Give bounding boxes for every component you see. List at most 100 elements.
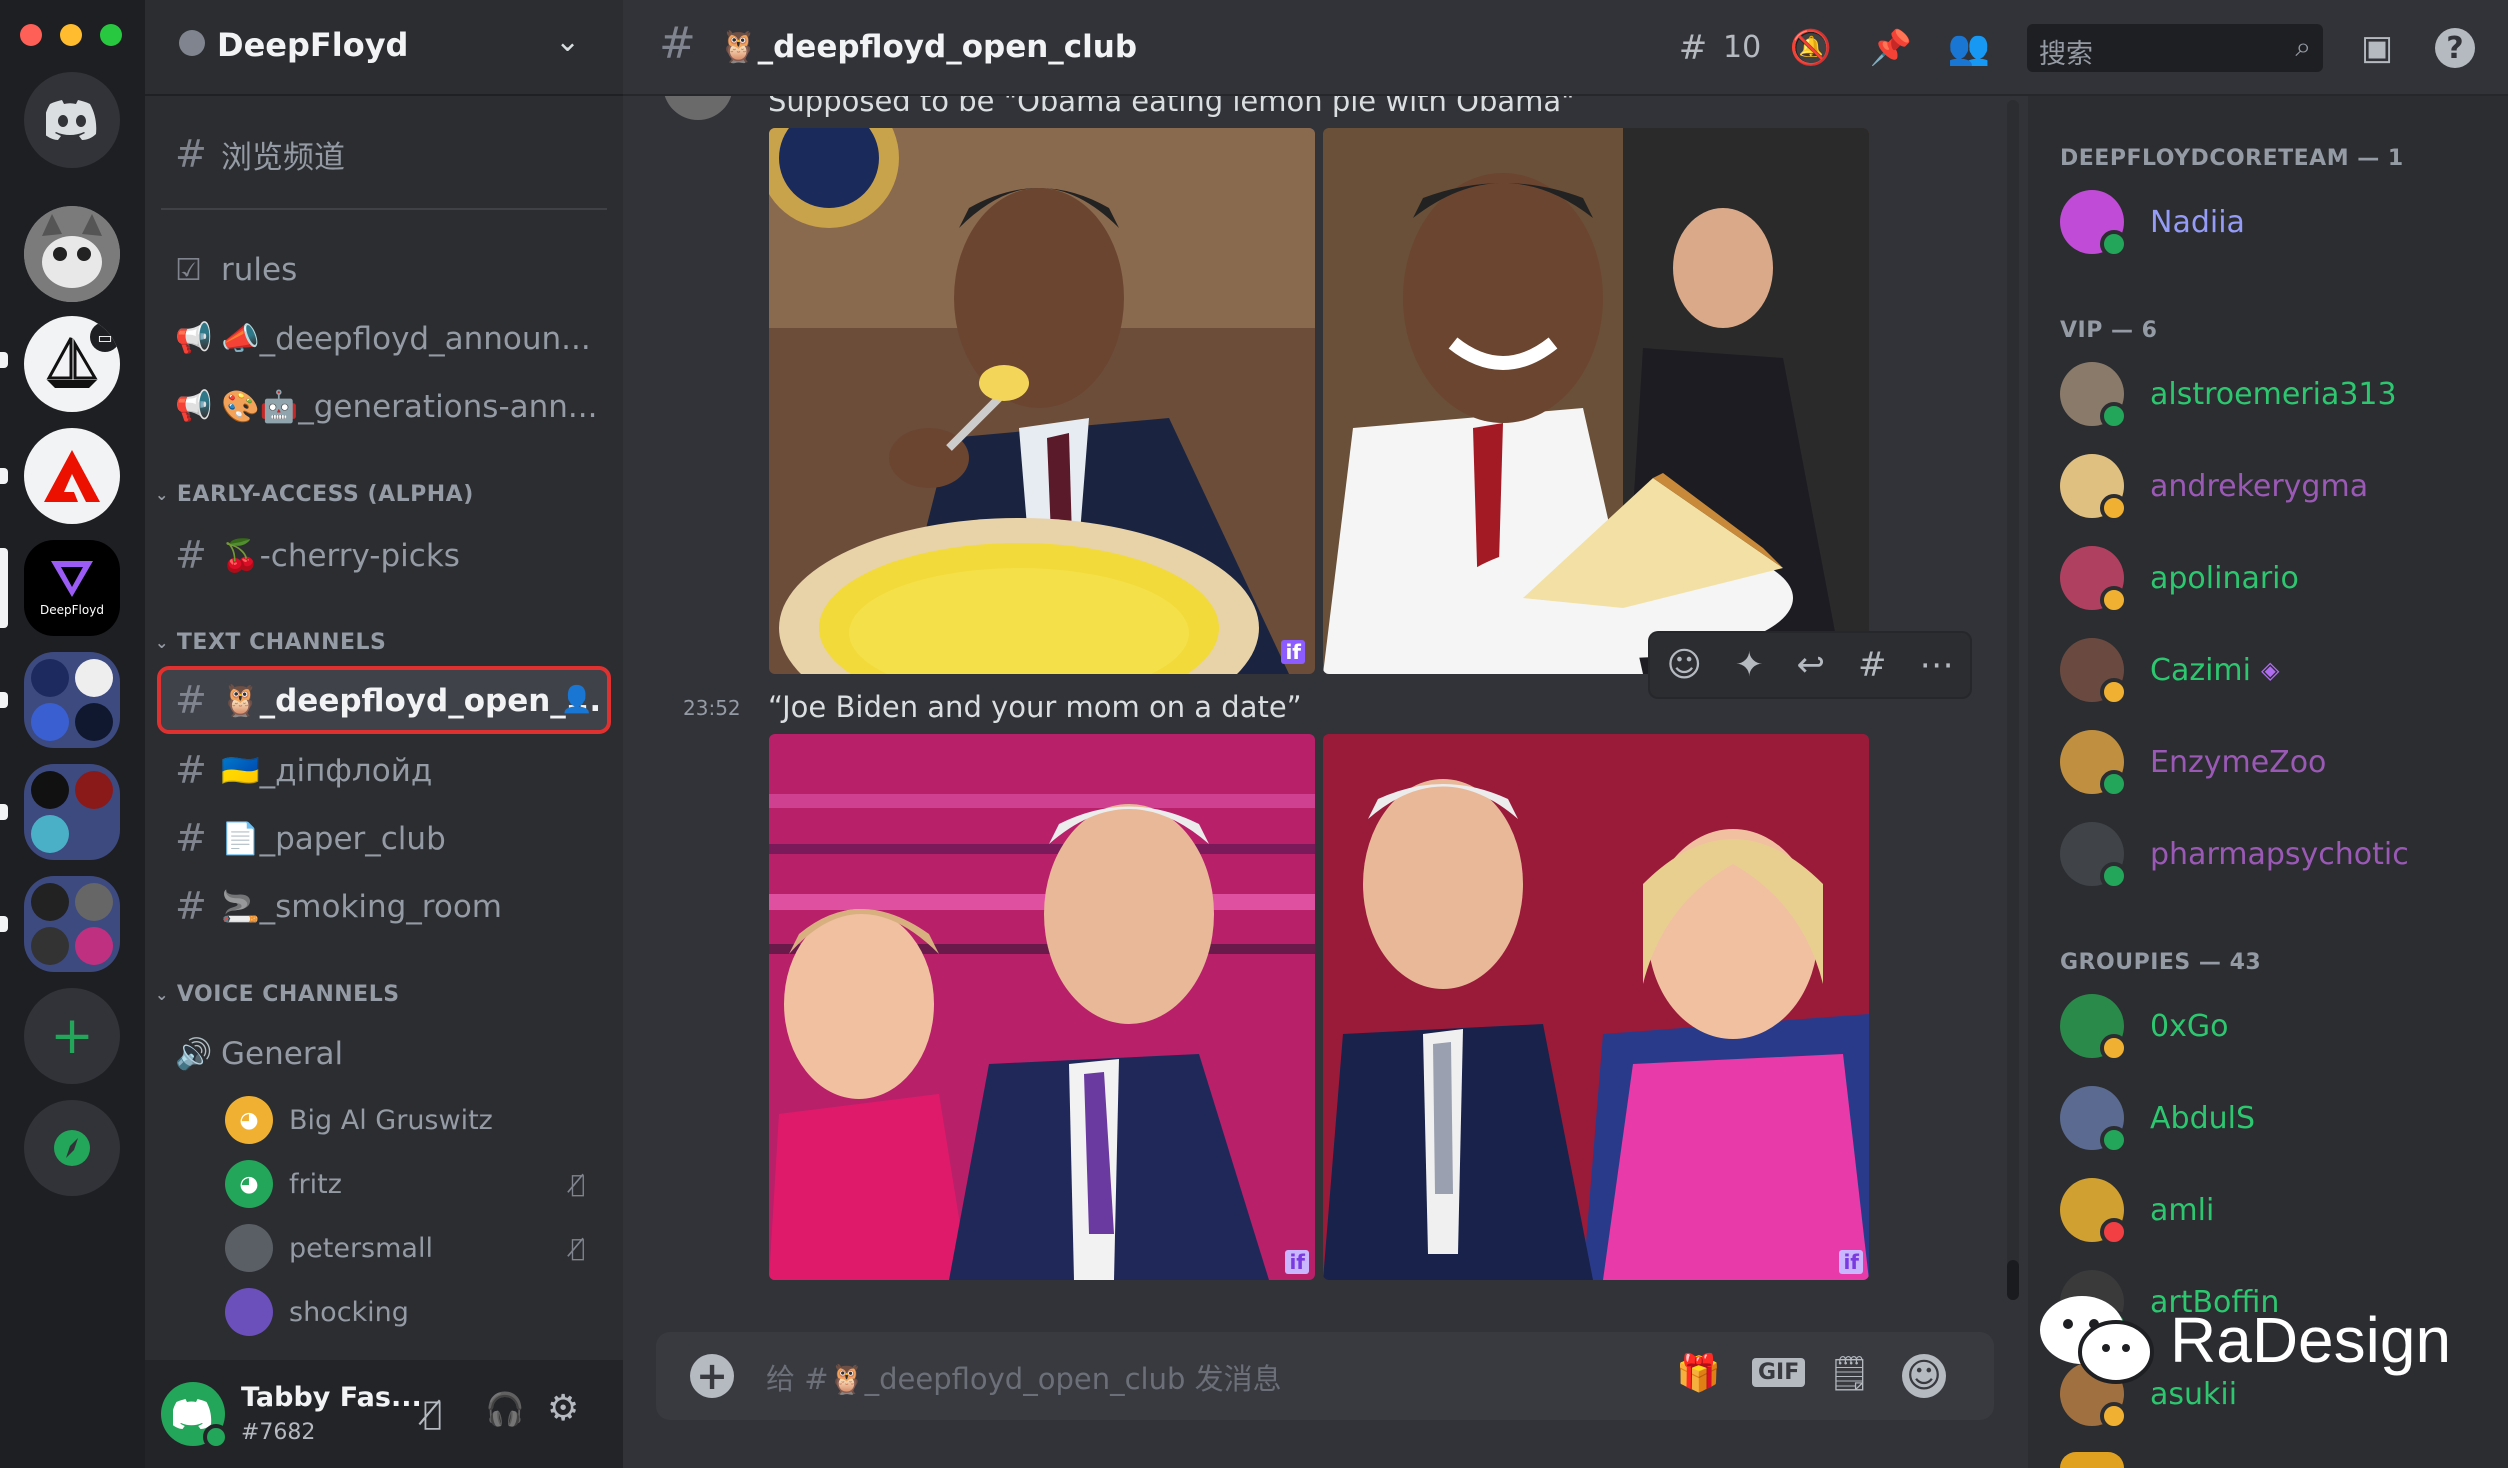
notification-settings-button[interactable]: 🔕 xyxy=(1787,24,1835,72)
reply-button[interactable]: ↩ xyxy=(1796,645,1825,685)
member-item[interactable]: alstroemeria313 xyxy=(2060,358,2397,430)
channel-title: 🦉_deepfloyd_open_club xyxy=(719,29,1138,65)
chevron-down-icon: ⌄ xyxy=(155,985,169,1004)
avatar: ◕ xyxy=(225,1160,273,1208)
explore-servers-button[interactable] xyxy=(24,1100,120,1196)
server-folder-3[interactable] xyxy=(24,876,120,972)
message-image[interactable]: if xyxy=(769,734,1315,1280)
channel-rules[interactable]: ☑ rules xyxy=(161,240,607,300)
channel-deepfloyd-open-club[interactable]: # 🦉_deepfloyd_open_... 👤 xyxy=(157,666,611,734)
mute-mic-button[interactable]: 🎙̸ xyxy=(423,1394,442,1432)
server-deepfloyd[interactable]: DeepFloyd xyxy=(24,540,120,636)
member-item[interactable]: 0xGo xyxy=(2060,990,2228,1062)
help-button[interactable]: ? xyxy=(2431,24,2479,72)
channel-label: 🦉_deepfloyd_open_... xyxy=(221,682,602,719)
member-item[interactable]: apolinario xyxy=(2060,542,2299,614)
deafen-button[interactable]: 🎧 xyxy=(485,1390,525,1428)
category-text-channels[interactable]: ⌄ TEXT CHANNELS xyxy=(155,630,386,655)
voice-user[interactable]: petersmall 🎙̸ xyxy=(225,1220,595,1276)
home-discord-button[interactable] xyxy=(24,72,120,168)
voice-channel-general[interactable]: 🔊 General xyxy=(161,1024,607,1084)
channel-announcements[interactable]: 📢 📣_deepfloyd_announ... xyxy=(161,308,607,368)
member-item[interactable]: AbdulS xyxy=(2060,1082,2255,1154)
member-name: andrekerygma xyxy=(2150,468,2369,504)
discord-logo-icon xyxy=(46,100,97,140)
user-panel: Tabby Fas... #7682 🎙̸ 🎧 ⚙ xyxy=(145,1360,623,1468)
upload-button[interactable]: + xyxy=(690,1354,734,1398)
avatar: ◕ xyxy=(225,1096,273,1144)
category-voice-channels[interactable]: ⌄ VOICE CHANNELS xyxy=(155,982,400,1007)
close-window-button[interactable] xyxy=(20,24,42,46)
server-name: DeepFloyd xyxy=(217,26,409,64)
message-image[interactable]: if xyxy=(769,128,1315,674)
scrollbar-track[interactable] xyxy=(2007,100,2019,1300)
server-folder-1[interactable] xyxy=(24,652,120,748)
create-thread-button[interactable]: # xyxy=(1858,645,1887,685)
inbox-button[interactable]: ▣ xyxy=(2353,24,2401,72)
status-icon xyxy=(2100,1126,2128,1154)
message-input[interactable]: 给 #🦉_deepfloyd_open_club 发消息 xyxy=(766,1356,1596,1396)
member-item[interactable]: amli xyxy=(2060,1174,2214,1246)
voice-user[interactable]: shocking xyxy=(225,1284,409,1340)
add-server-button[interactable]: + xyxy=(24,988,120,1084)
user-avatar[interactable] xyxy=(161,1382,229,1450)
search-input[interactable]: 搜索 ⌕ xyxy=(2027,24,2323,72)
server-header[interactable]: DeepFloyd ⌄ xyxy=(145,0,623,96)
gif-button[interactable]: GIF xyxy=(1752,1358,1806,1387)
status-icon xyxy=(2100,678,2128,706)
channel-cherry-picks[interactable]: # 🍒-cherry-picks xyxy=(161,525,607,585)
category-early-access[interactable]: ⌄ EARLY-ACCESS (ALPHA) xyxy=(155,482,474,507)
member-item[interactable]: andrekerygma xyxy=(2060,450,2368,522)
voice-user[interactable]: ◕ Big Al Gruswitz xyxy=(225,1092,493,1148)
channel-sidebar: DeepFloyd ⌄ # 浏览频道 ☑ rules 📢 📣_deepfloyd… xyxy=(145,0,623,1468)
if-badge: if xyxy=(1285,1250,1309,1274)
user-settings-button[interactable]: ⚙ xyxy=(547,1388,579,1429)
chevron-down-icon: ⌄ xyxy=(155,485,169,504)
server-folder-2[interactable] xyxy=(24,764,120,860)
threads-button[interactable]: # xyxy=(1669,24,1717,72)
pinned-messages-button[interactable]: 📌 xyxy=(1867,24,1915,72)
message-image[interactable] xyxy=(1323,128,1869,674)
emoji-button[interactable]: ☺ xyxy=(1902,1354,1946,1398)
channel-label: 🚬_smoking_room xyxy=(221,888,502,925)
member-name: amli xyxy=(2150,1192,2215,1228)
watermark-text: RaDesign xyxy=(2170,1304,2452,1376)
server-badge-icon xyxy=(179,30,205,56)
member-item[interactable]: pharmapsychotic xyxy=(2060,818,2409,890)
voice-user-name: shocking xyxy=(289,1296,409,1328)
member-item[interactable]: EnzymeZoo xyxy=(2060,726,2326,798)
member-list-button[interactable]: 👥 xyxy=(1945,24,1993,72)
mic-muted-icon: 🎙̸ xyxy=(570,1234,585,1262)
sticker-button[interactable]: 🗒 xyxy=(1828,1354,1871,1394)
maximize-window-button[interactable] xyxy=(100,24,122,46)
gift-button[interactable]: 🎁 xyxy=(1676,1352,1721,1394)
gift-icon: 🎁 xyxy=(1676,1353,1721,1394)
add-reaction-button[interactable]: ☺ xyxy=(1667,645,1702,685)
channel-diploid[interactable]: # 🇺🇦_дiпфлойд xyxy=(161,740,607,800)
member-name: AbdulS xyxy=(2150,1100,2255,1136)
status-icon xyxy=(2100,494,2128,522)
server-adobe[interactable] xyxy=(24,428,120,524)
channel-generations-announcements[interactable]: 📢 🎨🤖_generations-ann... xyxy=(161,376,607,436)
browse-channels-button[interactable]: # 浏览频道 xyxy=(161,124,607,184)
channel-paper-club[interactable]: # 📄_paper_club xyxy=(161,808,607,868)
super-reaction-button[interactable]: ✦ xyxy=(1735,645,1764,685)
channel-smoking-room[interactable]: # 🚬_smoking_room xyxy=(161,876,607,936)
speaker-icon: 🔊 xyxy=(175,1036,213,1072)
adobe-icon xyxy=(44,450,100,502)
member-item[interactable]: Cazimi ◈ xyxy=(2060,634,2279,706)
member-name: apolinario xyxy=(2150,560,2299,596)
member-name: 0xGo xyxy=(2150,1008,2229,1044)
avatar xyxy=(2060,190,2128,258)
reply-icon: ↩ xyxy=(1796,645,1825,685)
channel-label: 🇺🇦_дiпфлойд xyxy=(221,752,433,789)
voice-user[interactable]: ◕ fritz 🎙̸ xyxy=(225,1156,595,1212)
message-image[interactable]: if xyxy=(1323,734,1869,1280)
invite-member-icon[interactable]: 👤 xyxy=(561,685,593,715)
server-cat-avatar[interactable] xyxy=(24,206,120,302)
member-item[interactable]: Nadiia xyxy=(2060,186,2245,258)
more-options-button[interactable]: ⋯ xyxy=(1919,645,1953,685)
server-midjourney[interactable]: ▭ xyxy=(24,316,120,412)
scrollbar-thumb[interactable] xyxy=(2007,1260,2019,1300)
minimize-window-button[interactable] xyxy=(60,24,82,46)
